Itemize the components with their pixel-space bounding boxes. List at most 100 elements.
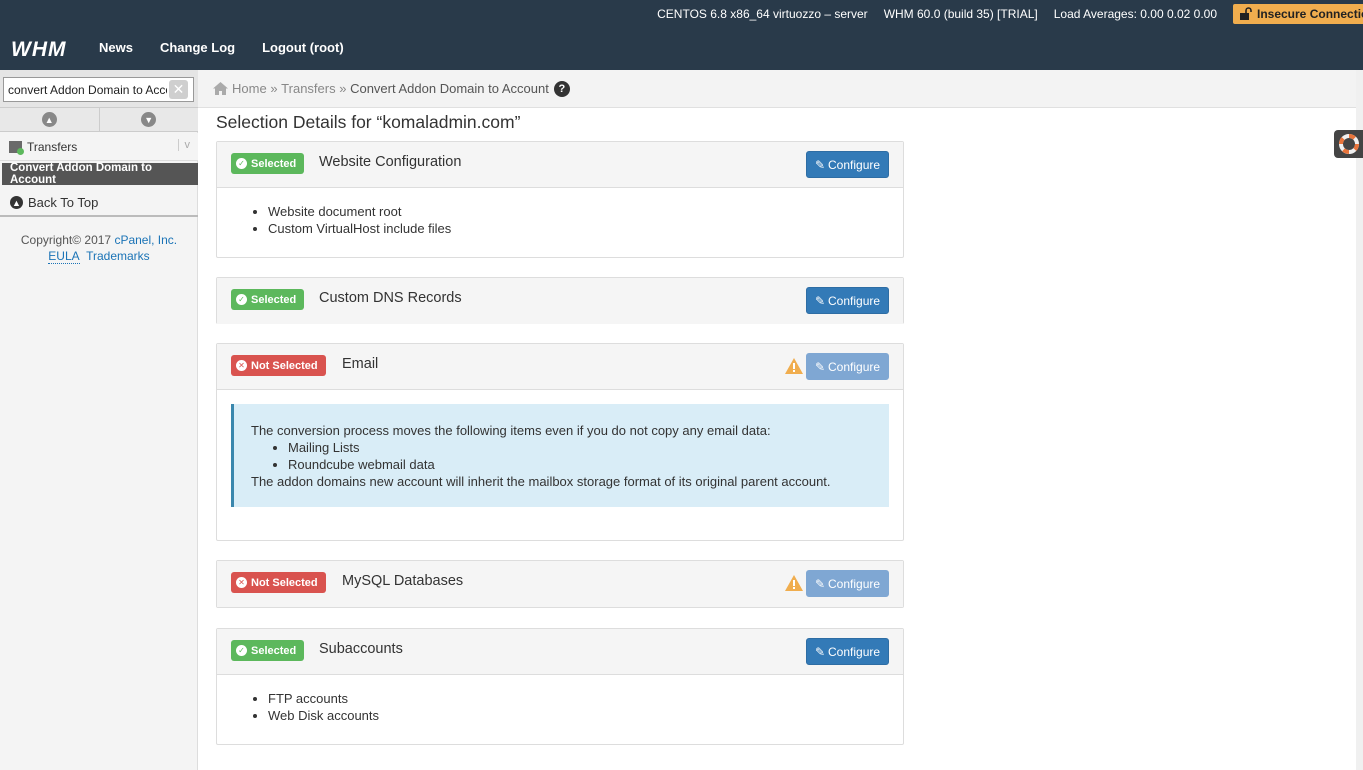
collapse-controls: ▲ ▼ (0, 108, 198, 132)
help-icon[interactable]: ? (553, 80, 570, 97)
nav-change-log[interactable]: Change Log (160, 40, 235, 55)
lifebuoy-icon (1338, 134, 1359, 154)
section-header: ✓ Selected Subaccounts ✎ Configure (217, 629, 903, 675)
whm-logo[interactable]: WHM (11, 38, 66, 62)
search-input[interactable] (3, 77, 194, 102)
configure-label: Configure (828, 576, 881, 591)
section-title: Website Configuration (319, 154, 462, 170)
warning-icon[interactable] (785, 358, 803, 374)
section-header: ✕ Not Selected Email ✎ Configure (217, 344, 903, 390)
server-status-line: CENTOS 6.8 x86_64 virtuozzo – server WHM… (657, 0, 1363, 28)
pencil-icon: ✎ (814, 576, 826, 591)
section-body: Website document root Custom VirtualHost… (217, 188, 903, 237)
sidebar: ✕ ▲ ▼ Transfers v Convert Addon Domain t… (0, 70, 198, 770)
section-title: Custom DNS Records (319, 290, 462, 306)
status-badge-label: Not Selected (251, 576, 318, 589)
nav-logout[interactable]: Logout (root) (262, 40, 344, 55)
status-badge: ✕ Not Selected (231, 572, 326, 593)
sidebar-search: ✕ (0, 70, 198, 108)
list-item: Custom VirtualHost include files (268, 220, 903, 237)
pencil-icon: ✎ (814, 644, 826, 659)
section-website-configuration: ✓ Selected Website Configuration ✎ Configu… (216, 141, 904, 258)
list-item: Mailing Lists (288, 439, 873, 456)
top-nav: News Change Log Logout (root) (99, 40, 371, 55)
home-icon[interactable] (213, 82, 228, 95)
sidebar-category-label: Transfers (27, 139, 78, 154)
section-header: ✓ Selected Website Configuration ✎ Configu… (217, 142, 903, 188)
section-custom-dns-records: ✓ Selected Custom DNS Records ✎ Configure (216, 277, 904, 324)
pencil-icon: ✎ (814, 359, 826, 374)
chevron-down-icon: ▼ (141, 112, 157, 127)
collapse-down-button[interactable]: ▼ (100, 108, 199, 131)
list-item: FTP accounts (268, 690, 903, 707)
breadcrumb-separator: » (270, 81, 278, 96)
status-badge: ✓ Selected (231, 640, 305, 661)
server-info: CENTOS 6.8 x86_64 virtuozzo – server (657, 7, 868, 21)
trademarks-link[interactable]: Trademarks (86, 249, 150, 263)
status-badge-label: Selected (251, 293, 297, 306)
transfers-icon (9, 140, 24, 155)
sidebar-item-convert-addon-domain[interactable]: Convert Addon Domain to Account (2, 162, 198, 186)
chevron-up-icon: ▲ (41, 112, 57, 127)
breadcrumb-current: Convert Addon Domain to Account (350, 81, 549, 96)
configure-label: Configure (828, 359, 881, 374)
copyright-text: Copyright© 2017 (20, 233, 112, 247)
status-badge-label: Selected (251, 644, 297, 657)
x-circle-icon: ✕ (236, 577, 247, 588)
configure-button[interactable]: ✎ Configure (806, 353, 889, 380)
lifebuoy-support-icon[interactable] (1334, 130, 1363, 158)
pencil-icon: ✎ (814, 293, 826, 308)
nav-news[interactable]: News (99, 40, 133, 55)
section-email: ✕ Not Selected Email ✎ Configure The conve… (216, 343, 904, 541)
load-averages: Load Averages: 0.00 0.02 0.00 (1053, 7, 1217, 21)
copyright: Copyright© 2017 cPanel, Inc. EULA Tradem… (0, 232, 198, 264)
pencil-icon: ✎ (814, 157, 826, 172)
configure-button[interactable]: ✎ Configure (806, 638, 889, 665)
list-item: Roundcube webmail data (288, 456, 873, 473)
status-badge-label: Selected (251, 157, 297, 170)
top-bar: CENTOS 6.8 x86_64 virtuozzo – server WHM… (0, 0, 1363, 70)
sidebar-category-transfers[interactable]: Transfers v (0, 133, 198, 161)
section-mysql-databases: ✕ Not Selected MySQL Databases ✎ Configure (216, 560, 904, 608)
status-badge: ✓ Selected (231, 289, 305, 310)
status-badge-label: Not Selected (251, 359, 318, 372)
section-title: MySQL Databases (342, 573, 464, 589)
configure-button[interactable]: ✎ Configure (806, 287, 889, 314)
breadcrumb-separator: » (339, 81, 347, 96)
list-item: Web Disk accounts (268, 707, 903, 724)
status-badge: ✕ Not Selected (231, 355, 326, 376)
warning-icon[interactable] (785, 575, 803, 591)
clear-search-icon[interactable]: ✕ (169, 80, 188, 99)
cpanel-link[interactable]: cPanel, Inc. (114, 233, 177, 247)
back-to-top-label: Back To Top (28, 195, 99, 210)
back-to-top-link[interactable]: ▲ Back To Top (0, 190, 198, 217)
check-circle-icon: ✓ (236, 158, 247, 169)
alert-intro: The conversion process moves the followi… (251, 423, 771, 438)
configure-label: Configure (828, 644, 881, 659)
section-title: Email (342, 356, 379, 372)
breadcrumb-home[interactable]: Home (232, 81, 267, 96)
configure-button[interactable]: ✎ Configure (806, 570, 889, 597)
alert-outro: The addon domains new account will inher… (251, 474, 831, 489)
check-circle-icon: ✓ (236, 294, 247, 305)
expand-chevron-icon[interactable]: v (177, 139, 190, 151)
x-circle-icon: ✕ (236, 360, 247, 371)
insecure-connection-button[interactable]: Insecure Connection (1233, 4, 1363, 24)
list-item: Website document root (268, 203, 903, 220)
section-body: FTP accounts Web Disk accounts (217, 675, 903, 724)
page-title: Selection Details for “komaladmin.com” (216, 112, 521, 132)
info-alert: The conversion process moves the followi… (231, 404, 889, 507)
arrow-up-icon: ▲ (10, 196, 23, 209)
scrollbar[interactable] (1356, 70, 1363, 770)
configure-label: Configure (828, 157, 881, 172)
section-subaccounts: ✓ Selected Subaccounts ✎Configure FTP acc… (216, 628, 904, 745)
configure-button[interactable]: ✎ Configure (806, 151, 889, 178)
eula-link[interactable]: EULA (48, 249, 80, 264)
section-header: ✓ Selected Custom DNS Records ✎ Configure (217, 278, 903, 324)
check-circle-icon: ✓ (236, 645, 247, 656)
collapse-up-button[interactable]: ▲ (0, 108, 100, 131)
unlock-icon (1240, 7, 1252, 20)
configure-label: Configure (828, 293, 881, 308)
section-title: Subaccounts (319, 641, 403, 657)
breadcrumb-transfers[interactable]: Transfers (281, 81, 335, 96)
